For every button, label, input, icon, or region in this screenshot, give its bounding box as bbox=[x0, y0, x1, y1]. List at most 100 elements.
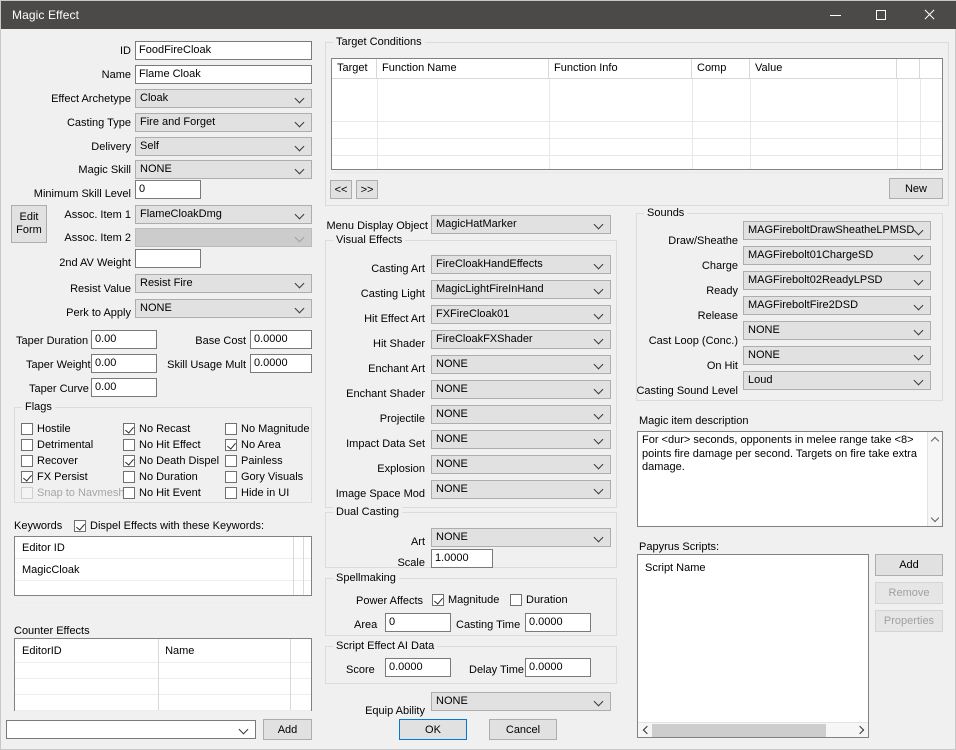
draw-sheathe-combo[interactable]: MAGFireboltDrawSheatheLPMSD bbox=[743, 221, 931, 240]
table-row[interactable]: Editor ID bbox=[15, 537, 311, 559]
impact-data-set-combo[interactable]: NONE bbox=[431, 430, 611, 449]
table-row[interactable] bbox=[15, 663, 311, 679]
checkbox-hostile[interactable]: Hostile bbox=[21, 423, 71, 436]
grid-row[interactable] bbox=[332, 122, 942, 139]
dual-casting-scale-field[interactable]: 1.0000 bbox=[431, 549, 493, 568]
column-header-value[interactable]: Value bbox=[750, 59, 897, 78]
checkbox-fx-persist[interactable]: FX Persist bbox=[21, 471, 88, 484]
image-space-mod-combo[interactable]: NONE bbox=[431, 480, 611, 499]
checkbox-no-hit-effect[interactable]: No Hit Effect bbox=[123, 439, 201, 452]
scrollbar-thumb[interactable] bbox=[652, 724, 826, 737]
id-field[interactable]: FoodFireCloak bbox=[135, 41, 312, 60]
cancel-button[interactable]: Cancel bbox=[489, 719, 557, 740]
column-header-function-info[interactable]: Function Info bbox=[549, 59, 692, 78]
casting-type-combo[interactable]: Fire and Forget bbox=[135, 113, 312, 132]
checkbox-no-duration[interactable]: No Duration bbox=[123, 471, 198, 484]
dual-casting-art-combo[interactable]: NONE bbox=[431, 528, 611, 547]
checkbox-no-death-dispel[interactable]: No Death Dispel bbox=[123, 455, 219, 468]
checkbox-no-area[interactable]: No Area bbox=[225, 439, 281, 452]
taper-duration-field[interactable]: 0.00 bbox=[91, 330, 157, 349]
target-conditions-prev-button[interactable]: << bbox=[330, 180, 352, 199]
checkbox-hide-in-ui[interactable]: Hide in UI bbox=[225, 487, 289, 500]
checkbox-detrimental[interactable]: Detrimental bbox=[21, 439, 93, 452]
counter-effects-add-button[interactable]: Add bbox=[263, 719, 312, 740]
scroll-left-icon[interactable] bbox=[638, 723, 652, 737]
casting-time-field[interactable]: 0.0000 bbox=[525, 613, 591, 632]
on-hit-combo[interactable]: NONE bbox=[743, 346, 931, 365]
close-button[interactable] bbox=[905, 1, 951, 29]
column-header-extra-1[interactable] bbox=[897, 59, 920, 78]
name-field[interactable]: Flame Cloak bbox=[135, 65, 312, 84]
target-conditions-next-button[interactable]: >> bbox=[356, 180, 378, 199]
skill-usage-mult-field[interactable]: 0.0000 bbox=[250, 354, 312, 373]
table-row[interactable]: MagicCloak bbox=[15, 559, 311, 581]
description-vertical-scrollbar[interactable] bbox=[927, 432, 942, 526]
hit-effect-art-combo[interactable]: FXFireCloak01 bbox=[431, 305, 611, 324]
minimize-button[interactable] bbox=[813, 1, 859, 29]
chevron-down-icon bbox=[915, 300, 924, 309]
edit-form-button[interactable]: Edit Form bbox=[11, 205, 47, 243]
hit-shader-combo[interactable]: FireCloakFXShader bbox=[431, 330, 611, 349]
resist-value-combo[interactable]: Resist Fire bbox=[135, 274, 312, 293]
checkbox-painless[interactable]: Painless bbox=[225, 455, 283, 468]
scroll-down-icon[interactable] bbox=[928, 512, 942, 526]
explosion-combo[interactable]: NONE bbox=[431, 455, 611, 474]
delay-time-field[interactable]: 0.0000 bbox=[525, 658, 591, 677]
checkbox-no-hit-event[interactable]: No Hit Event bbox=[123, 487, 201, 500]
menu-display-object-combo[interactable]: MagicHatMarker bbox=[431, 215, 611, 234]
grid-row[interactable] bbox=[332, 139, 942, 156]
effect-archetype-combo[interactable]: Cloak bbox=[135, 89, 312, 108]
column-header-comp[interactable]: Comp bbox=[692, 59, 750, 78]
casting-art-combo[interactable]: FireCloakHandEffects bbox=[431, 255, 611, 274]
casting-light-combo[interactable]: MagicLightFireInHand bbox=[431, 280, 611, 299]
keywords-table[interactable]: Editor ID MagicCloak bbox=[14, 536, 312, 603]
minimum-skill-level-field[interactable]: 0 bbox=[135, 180, 201, 199]
area-field[interactable]: 0 bbox=[385, 613, 451, 632]
grid-row[interactable] bbox=[332, 105, 942, 122]
checkbox-gory-visuals[interactable]: Gory Visuals bbox=[225, 471, 303, 484]
scroll-up-icon[interactable] bbox=[928, 432, 942, 446]
taper-weight-field[interactable]: 0.00 bbox=[91, 354, 157, 373]
ok-button[interactable]: OK bbox=[399, 719, 467, 740]
target-conditions-grid[interactable]: Target Function Name Function Info Comp … bbox=[331, 58, 943, 173]
checkbox-no-recast[interactable]: No Recast bbox=[123, 423, 190, 436]
projectile-combo[interactable]: NONE bbox=[431, 405, 611, 424]
checkbox-no-magnitude[interactable]: No Magnitude bbox=[225, 423, 310, 436]
score-field[interactable]: 0.0000 bbox=[385, 658, 451, 677]
casting-sound-level-combo[interactable]: Loud bbox=[743, 371, 931, 390]
ready-combo[interactable]: MAGFirebolt02ReadyLPSD bbox=[743, 271, 931, 290]
second-av-weight-field[interactable] bbox=[135, 249, 201, 268]
papyrus-scripts-list[interactable]: Script Name bbox=[637, 554, 869, 738]
table-row[interactable] bbox=[15, 581, 311, 603]
table-row[interactable] bbox=[15, 679, 311, 695]
table-row[interactable] bbox=[15, 695, 311, 711]
enchant-shader-combo[interactable]: NONE bbox=[431, 380, 611, 399]
magic-item-description-box[interactable]: For <dur> seconds, opponents in melee ra… bbox=[637, 431, 943, 527]
equip-ability-combo[interactable]: NONE bbox=[431, 692, 611, 711]
column-header-target[interactable]: Target bbox=[332, 59, 377, 78]
counter-effect-select[interactable] bbox=[6, 720, 256, 739]
scroll-right-icon[interactable] bbox=[854, 723, 868, 737]
checkbox-recover[interactable]: Recover bbox=[21, 455, 78, 468]
delivery-combo[interactable]: Self bbox=[135, 137, 312, 156]
grid-row[interactable] bbox=[332, 156, 942, 173]
column-header-function-name[interactable]: Function Name bbox=[377, 59, 549, 78]
counter-effects-table[interactable]: EditorID Name bbox=[14, 638, 312, 711]
papyrus-horizontal-scrollbar[interactable] bbox=[638, 722, 868, 737]
enchant-art-combo[interactable]: NONE bbox=[431, 355, 611, 374]
assoc-item-1-combo[interactable]: FlameCloakDmg bbox=[135, 205, 312, 224]
target-conditions-new-button[interactable]: New bbox=[889, 178, 943, 199]
magic-skill-combo[interactable]: NONE bbox=[135, 160, 312, 179]
checkbox-dispel-effects[interactable]: Dispel Effects with these Keywords: bbox=[74, 520, 264, 533]
perk-to-apply-combo[interactable]: NONE bbox=[135, 299, 312, 318]
checkbox-magnitude[interactable]: Magnitude bbox=[432, 594, 499, 607]
maximize-button[interactable] bbox=[859, 1, 905, 29]
charge-combo[interactable]: MAGFirebolt01ChargeSD bbox=[743, 246, 931, 265]
base-cost-field[interactable]: 0.0000 bbox=[250, 330, 312, 349]
cast-loop-combo[interactable]: NONE bbox=[743, 321, 931, 340]
release-combo[interactable]: MAGFireboltFire2DSD bbox=[743, 296, 931, 315]
checkbox-duration[interactable]: Duration bbox=[510, 594, 568, 607]
papyrus-add-button[interactable]: Add bbox=[875, 554, 943, 576]
taper-curve-field[interactable]: 0.00 bbox=[91, 378, 157, 397]
column-header-extra-2[interactable] bbox=[920, 59, 942, 78]
